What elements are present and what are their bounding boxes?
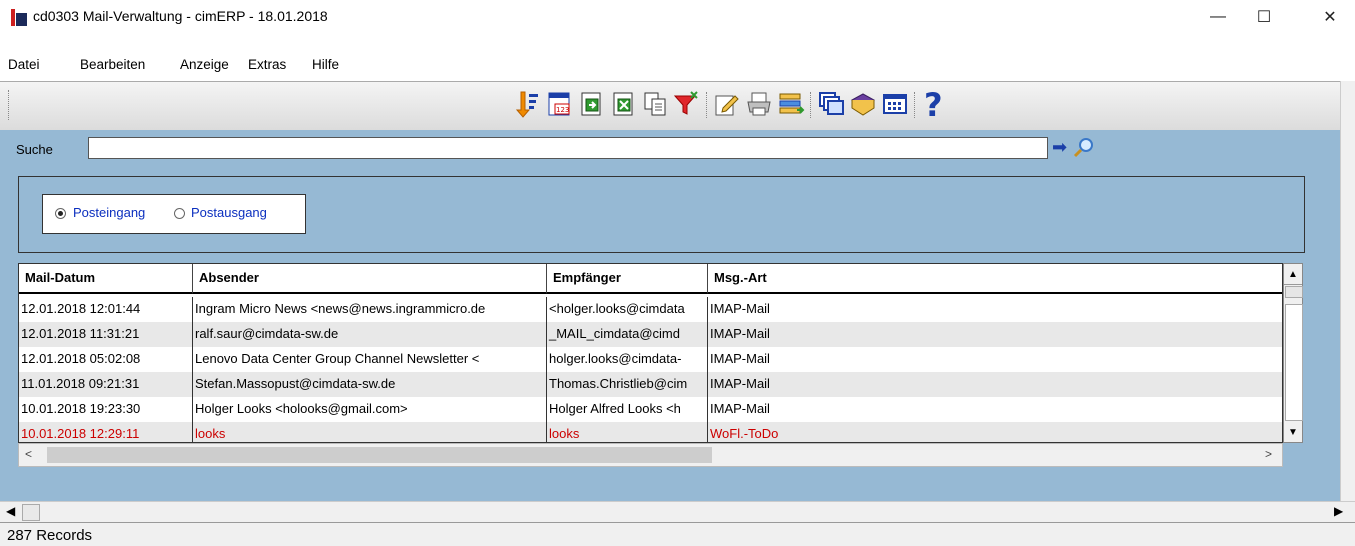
scroll-thumb-horizontal[interactable] xyxy=(47,447,712,463)
magnifier-icon[interactable] xyxy=(1072,136,1096,160)
filter-icon[interactable] xyxy=(672,88,702,120)
cell-mail-datum: 12.01.2018 12:01:44 xyxy=(19,297,193,322)
minimize-button[interactable]: — xyxy=(1195,4,1241,30)
column-header-mail-datum[interactable]: Mail-Datum xyxy=(19,264,193,294)
window-horizontal-scrollbar[interactable]: ◀ ▶ xyxy=(0,501,1355,522)
toolbar-separator xyxy=(706,92,708,118)
table-row[interactable]: 12.01.2018 11:31:21 ralf.saur@cimdata-sw… xyxy=(19,322,1282,347)
grid-view-icon[interactable] xyxy=(880,88,910,120)
table-row[interactable]: 12.01.2018 05:02:08 Lenovo Data Center G… xyxy=(19,347,1282,372)
cell-absender: Holger Looks <holooks@gmail.com> xyxy=(193,397,547,422)
scroll-down-icon[interactable]: ▼ xyxy=(1284,422,1302,442)
column-header-absender[interactable]: Absender xyxy=(193,264,547,294)
search-label: Suche xyxy=(16,142,53,157)
table-row[interactable]: 11.01.2018 09:21:31 Stefan.Massopust@cim… xyxy=(19,372,1282,397)
cell-mail-datum: 11.01.2018 09:21:31 xyxy=(19,372,193,397)
search-input[interactable] xyxy=(88,137,1048,159)
calendar-123-icon[interactable]: 123 xyxy=(544,88,574,120)
edit-icon[interactable] xyxy=(712,88,742,120)
scroll-up-icon[interactable]: ▲ xyxy=(1284,264,1302,285)
close-button[interactable]: ✕ xyxy=(1307,4,1353,30)
menu-anzeige[interactable]: Anzeige xyxy=(180,57,229,72)
sort-icon[interactable] xyxy=(512,88,542,120)
toolbar: 123 ? xyxy=(0,81,1340,131)
excel-icon[interactable] xyxy=(608,88,638,120)
scroll-thumb[interactable] xyxy=(1285,286,1303,298)
table-row[interactable]: 10.01.2018 19:23:30 Holger Looks <holook… xyxy=(19,397,1282,422)
menu-hilfe[interactable]: Hilfe xyxy=(312,57,339,72)
cell-absender: Ingram Micro News <news@news.ingrammicro… xyxy=(193,297,547,322)
scroll-left-icon[interactable]: ◀ xyxy=(6,504,15,518)
cell-empfaenger: looks xyxy=(547,422,708,442)
radio-label-posteingang[interactable]: Posteingang xyxy=(73,205,145,220)
cell-msg-art: IMAP-Mail xyxy=(710,376,770,391)
scroll-right-icon[interactable]: > xyxy=(1265,447,1272,461)
help-icon[interactable]: ? xyxy=(920,87,950,121)
table-vertical-scrollbar[interactable]: ▲ ▼ xyxy=(1283,263,1303,443)
menu-extras[interactable]: Extras xyxy=(248,57,286,72)
window-vertical-scrollbar[interactable] xyxy=(1340,81,1355,521)
window-title: cd0303 Mail-Verwaltung - cimERP - 18.01.… xyxy=(33,8,328,24)
toolbar-separator xyxy=(810,92,812,118)
cell-msg-art: WoFl.-ToDo xyxy=(710,426,779,441)
radio-postausgang[interactable] xyxy=(174,208,185,219)
radio-label-postausgang[interactable]: Postausgang xyxy=(191,205,267,220)
cell-msg-art: IMAP-Mail xyxy=(710,301,770,316)
cell-absender: ralf.saur@cimdata-sw.de xyxy=(193,322,547,347)
book-icon[interactable] xyxy=(848,88,878,120)
svg-text:123: 123 xyxy=(556,106,569,114)
column-header-empfaenger[interactable]: Empfänger xyxy=(547,264,708,294)
cell-mail-datum: 12.01.2018 11:31:21 xyxy=(19,322,193,347)
menu-datei[interactable]: Datei xyxy=(8,57,40,72)
cell-mail-datum: 12.01.2018 05:02:08 xyxy=(19,347,193,372)
arrow-right-icon[interactable]: ➡ xyxy=(1052,137,1067,157)
cell-empfaenger: _MAIL_cimdata@cimd xyxy=(547,322,708,347)
cell-absender: Stefan.Massopust@cimdata-sw.de xyxy=(193,372,547,397)
toolbar-separator xyxy=(914,92,916,118)
app-logo-icon xyxy=(11,9,27,26)
cell-absender: Lenovo Data Center Group Channel Newslet… xyxy=(193,347,547,372)
svg-text:?: ? xyxy=(924,87,943,121)
cell-mail-datum: 10.01.2018 19:23:30 xyxy=(19,397,193,422)
cell-empfaenger: Thomas.Christlieb@cim xyxy=(547,372,708,397)
scroll-left-icon[interactable]: < xyxy=(25,447,32,461)
copy-icon[interactable] xyxy=(640,88,670,120)
radio-posteingang[interactable] xyxy=(55,208,66,219)
cell-msg-art: IMAP-Mail xyxy=(710,351,770,366)
cell-msg-art: IMAP-Mail xyxy=(710,401,770,416)
title-bar: cd0303 Mail-Verwaltung - cimERP - 18.01.… xyxy=(0,0,1355,32)
toolbar-grip xyxy=(8,90,11,120)
export-icon[interactable] xyxy=(576,88,606,120)
cell-mail-datum: 10.01.2018 12:29:11 xyxy=(19,422,193,442)
table-row[interactable]: 12.01.2018 12:01:44 Ingram Micro News <n… xyxy=(19,297,1282,322)
mail-table: Mail-Datum Absender Empfänger Msg.-Art 1… xyxy=(18,263,1283,443)
cell-empfaenger: <holger.looks@cimdata xyxy=(547,297,708,322)
windows-icon[interactable] xyxy=(816,88,846,120)
cell-empfaenger: Holger Alfred Looks <h xyxy=(547,397,708,422)
scroll-right-icon[interactable]: ▶ xyxy=(1334,504,1343,518)
scroll-thumb-horizontal[interactable] xyxy=(22,504,40,521)
table-horizontal-scrollbar[interactable]: < > xyxy=(18,443,1283,467)
mailbox-radio-group: Posteingang Postausgang xyxy=(42,194,306,234)
scroll-track[interactable] xyxy=(1285,304,1303,421)
list-transfer-icon[interactable] xyxy=(776,88,806,120)
print-icon[interactable] xyxy=(744,88,774,120)
cell-absender: looks xyxy=(193,422,547,442)
record-count: 287 Records xyxy=(7,527,93,544)
table-row[interactable]: 10.01.2018 12:29:11 looks looks WoFl.-To… xyxy=(19,422,1282,442)
column-header-msg-art[interactable]: Msg.-Art xyxy=(708,264,1282,294)
menu-bearbeiten[interactable]: Bearbeiten xyxy=(80,57,145,72)
cell-empfaenger: holger.looks@cimdata- xyxy=(547,347,708,372)
menu-bar: Datei Bearbeiten Anzeige Extras Hilfe xyxy=(0,55,1355,79)
maximize-button[interactable]: ☐ xyxy=(1241,4,1287,30)
cell-msg-art: IMAP-Mail xyxy=(710,326,770,341)
status-bar: 287 Records xyxy=(0,522,1355,546)
